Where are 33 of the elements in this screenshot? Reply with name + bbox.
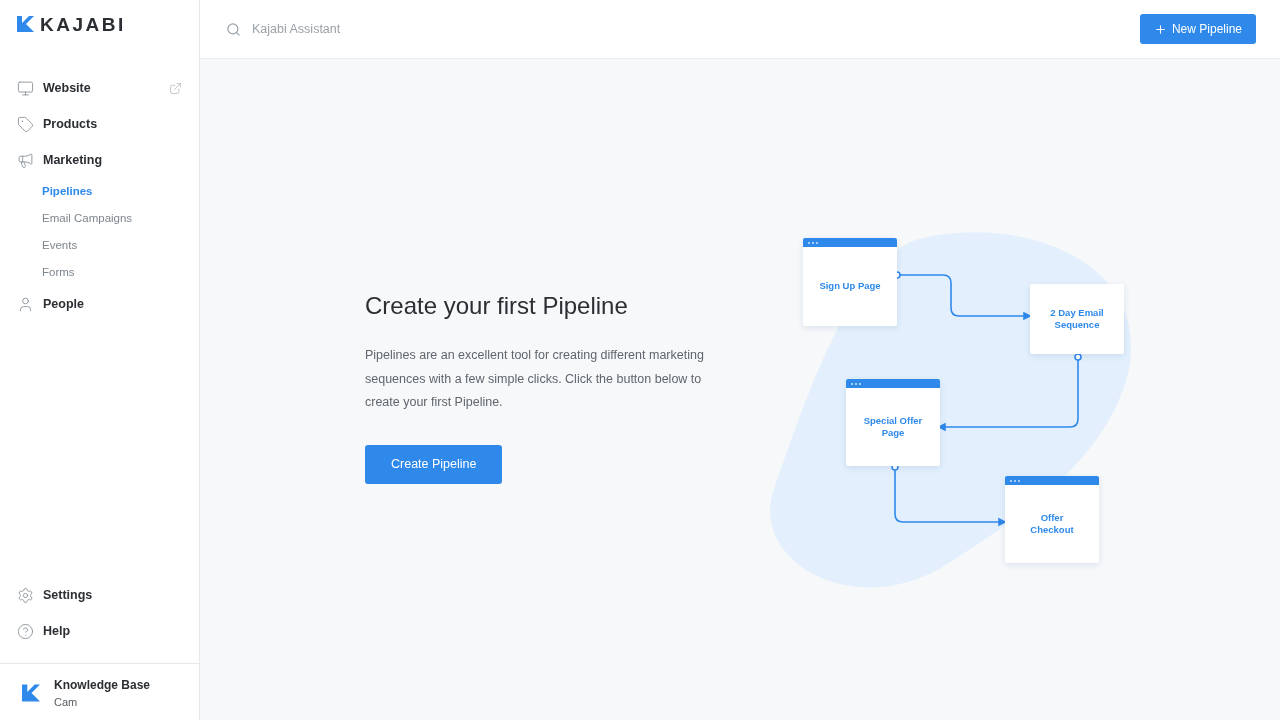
search-icon: [226, 21, 241, 37]
nav-item[interactable]: Marketing: [0, 142, 199, 178]
search-field[interactable]: Kajabi Assistant: [250, 21, 500, 37]
step-label: 2 Day Email Sequence: [1049, 305, 1105, 332]
nav-item[interactable]: Products: [0, 106, 199, 142]
tag-icon: [17, 115, 34, 133]
user-name: Cam: [54, 696, 79, 708]
megaphone-icon: [17, 151, 34, 169]
nav-item[interactable]: People: [0, 286, 199, 322]
step-label: Offer Checkout: [1029, 510, 1075, 537]
empty-state-description: Pipelines are an excellent tool for creating different marketing sequences with a few simple clicks. Click the button below to create your first Pipeline.: [365, 347, 705, 411]
monitor-icon: [17, 79, 34, 97]
logo-icon: [22, 684, 40, 702]
nav-subitem[interactable]: Events: [0, 232, 199, 259]
logo-text: KAJABI: [40, 16, 126, 34]
help-icon: [17, 622, 34, 640]
nav-subitem[interactable]: Pipelines: [0, 178, 199, 205]
empty-state-title: Create your first Pipeline: [365, 292, 629, 320]
logo-icon: [17, 16, 34, 32]
create-pipeline-button[interactable]: Create Pipeline: [365, 444, 503, 484]
nav-item[interactable]: Website: [0, 70, 199, 106]
person-icon: [17, 295, 34, 313]
step-label: Special Offer Page: [862, 413, 924, 440]
nav-item[interactable]: Help: [0, 613, 199, 649]
external-link-icon[interactable]: [169, 81, 182, 95]
knowledge-base-title: Knowledge Base: [54, 678, 151, 692]
plus-icon: [1153, 22, 1167, 36]
step-label: Sign Up Page: [818, 279, 882, 294]
new-pipeline-button[interactable]: New Pipeline: [1139, 14, 1256, 44]
settings-icon: [17, 586, 34, 604]
nav-subitem[interactable]: Forms: [0, 259, 199, 286]
nav-item[interactable]: Settings: [0, 577, 199, 613]
nav-subitem[interactable]: Email Campaigns: [0, 205, 199, 232]
